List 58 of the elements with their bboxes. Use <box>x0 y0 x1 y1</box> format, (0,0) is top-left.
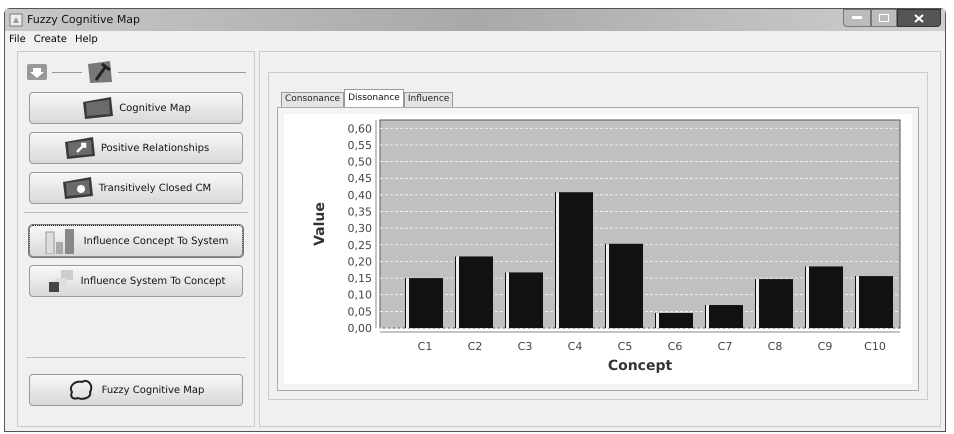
bar <box>755 279 793 328</box>
tab[interactable]: Dissonance <box>344 89 404 107</box>
sidebar-button[interactable]: Positive Relationships <box>29 132 243 164</box>
x-tick-label: C4 <box>568 340 582 353</box>
y-tick-label: 0,15 <box>348 272 372 286</box>
bar <box>805 266 843 328</box>
minimize-button[interactable] <box>843 9 871 27</box>
x-tick-label: C2 <box>468 340 482 353</box>
y-tick-label: 0,20 <box>348 255 372 268</box>
y-tick-label: 0,45 <box>348 172 372 186</box>
sidebar-button[interactable]: Influence System To Concept <box>29 265 243 297</box>
bar <box>855 276 893 328</box>
folder-icon <box>81 96 116 120</box>
y-tick-label: 0,50 <box>348 156 372 169</box>
y-tick-label: 0,30 <box>348 222 372 236</box>
x-tick-label: C1 <box>418 340 432 353</box>
sidebar-button[interactable]: Cognitive Map <box>29 92 243 124</box>
sidebar-button[interactable]: Transitively Closed CM <box>29 172 243 204</box>
close-button[interactable] <box>897 9 941 27</box>
y-tick-label: 0,10 <box>348 288 372 302</box>
menu-item[interactable]: Help <box>74 32 98 46</box>
y-tick-label: 0,35 <box>348 206 372 219</box>
y-tick-label: 0,60 <box>348 122 372 136</box>
folder-gear-icon <box>60 176 95 200</box>
x-axis-title: Concept <box>608 358 672 374</box>
tab[interactable]: Influence <box>404 92 454 107</box>
menu-item[interactable]: File <box>9 32 26 46</box>
close-icon <box>914 14 924 22</box>
y-tick-label: 0,00 <box>348 322 372 335</box>
x-tick-label: C7 <box>718 340 732 353</box>
y-tick-label: 0,55 <box>348 138 372 152</box>
app-icon <box>9 13 23 27</box>
y-tick-label: 0,25 <box>348 238 372 252</box>
maximize-button[interactable] <box>871 9 897 27</box>
sidebar-button[interactable]: Influence Concept To System <box>29 225 243 257</box>
bar <box>655 313 693 328</box>
bar <box>405 278 443 328</box>
window-title: Fuzzy Cognitive Map <box>27 12 140 28</box>
menu-item[interactable]: Create <box>34 32 67 46</box>
minimize-icon <box>852 16 862 20</box>
folder-arrow-icon <box>62 136 97 160</box>
fuzzy-cognitive-map-button[interactable]: Fuzzy Cognitive Map <box>29 374 243 406</box>
download-icon <box>26 63 48 81</box>
x-tick-label: C9 <box>818 340 832 353</box>
y-axis-title: Value <box>312 202 328 246</box>
bar <box>505 272 543 328</box>
bar <box>455 256 493 328</box>
y-tick-label: 0,40 <box>348 188 372 202</box>
maximize-icon <box>879 14 889 22</box>
x-tick-label: C8 <box>768 340 782 353</box>
bar <box>705 305 743 328</box>
x-tick-label: C10 <box>864 340 886 353</box>
x-tick-label: C3 <box>518 340 532 353</box>
x-tick-label: C6 <box>668 340 682 353</box>
hammer-icon <box>86 60 114 84</box>
y-tick-label: 0,05 <box>348 305 372 318</box>
x-tick-label: C5 <box>618 340 632 353</box>
tab[interactable]: Consonance <box>281 92 344 107</box>
